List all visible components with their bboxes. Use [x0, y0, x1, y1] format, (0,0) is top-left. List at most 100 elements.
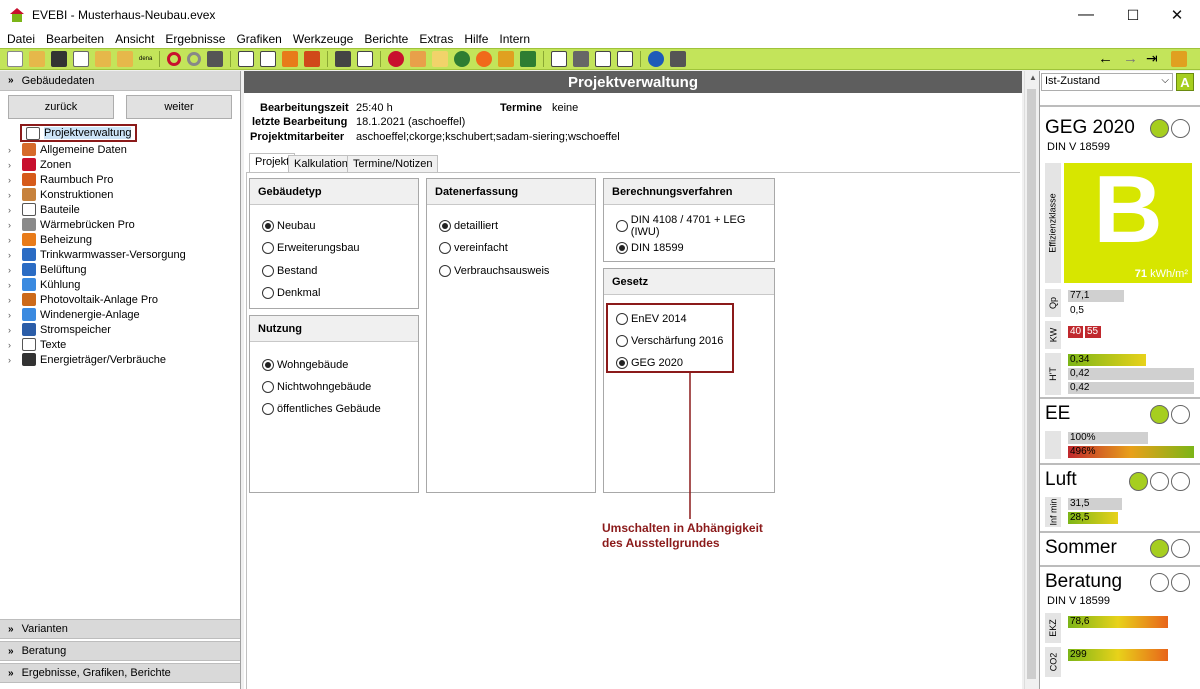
tree-item-bauteile[interactable]: › Bauteile [8, 202, 80, 217]
section-gebaeudedaten[interactable]: » Gebäudedaten [0, 71, 240, 91]
chart-icon[interactable] [617, 51, 634, 67]
expand-arrow-icon[interactable]: › [8, 205, 18, 215]
radio-bestand[interactable]: Bestand [262, 264, 317, 278]
radio-erweiterungsbau[interactable]: Erweiterungsbau [262, 241, 360, 255]
radio-nichtwohngebaeude[interactable]: Nichtwohngebäude [262, 380, 371, 394]
structure-icon[interactable] [335, 51, 352, 67]
new-file-icon[interactable] [7, 51, 23, 67]
tree-item-stromspeicher[interactable]: › Stromspeicher [8, 322, 111, 337]
menu-grafiken[interactable]: Grafiken [231, 32, 287, 46]
tree-item-beheizung[interactable]: › Beheizung [8, 232, 92, 247]
export-icon[interactable] [95, 51, 111, 67]
report-icon[interactable] [551, 51, 568, 67]
tree-item-zonen[interactable]: › Zonen [8, 157, 71, 172]
copy-icon[interactable] [73, 51, 89, 67]
expand-arrow-icon[interactable]: › [8, 220, 18, 230]
sun-icon[interactable] [476, 51, 493, 67]
close-button[interactable]: ✕ [1154, 0, 1200, 30]
tree-item-konstruktionen[interactable]: › Konstruktionen [8, 187, 113, 202]
house-icon[interactable] [520, 51, 537, 67]
radio-neubau[interactable]: Neubau [262, 219, 316, 233]
section-beratung[interactable]: » Beratung [0, 641, 240, 661]
heating-icon[interactable] [388, 51, 405, 67]
expand-arrow-icon[interactable]: › [8, 325, 18, 335]
scroll-up-icon[interactable]: ▲ [1029, 73, 1037, 82]
expand-arrow-icon[interactable]: › [8, 175, 18, 185]
radio-wohngebaeude[interactable]: Wohngebäude [262, 358, 348, 372]
menu-berichte[interactable]: Berichte [359, 32, 414, 46]
maximize-button[interactable]: ☐ [1110, 0, 1156, 30]
save-icon[interactable] [51, 51, 67, 67]
tree-item-kühlung[interactable]: › Kühlung [8, 277, 80, 292]
expand-arrow-icon[interactable]: › [8, 235, 18, 245]
forward-button[interactable]: weiter [126, 95, 232, 119]
window-icon[interactable] [432, 51, 449, 67]
list-icon[interactable] [357, 51, 374, 67]
expand-arrow-icon[interactable]: › [8, 160, 18, 170]
expand-arrow-icon[interactable]: › [8, 280, 18, 290]
ventilation-icon[interactable] [454, 51, 471, 67]
expand-arrow-icon[interactable]: › [8, 190, 18, 200]
vertical-scrollbar[interactable]: ▲ [1024, 71, 1038, 689]
menu-werkzeuge[interactable]: Werkzeuge [288, 32, 359, 46]
book-icon[interactable] [304, 51, 321, 67]
minimize-button[interactable]: — [1063, 0, 1109, 30]
radio-verbrauchsausweis[interactable]: Verbrauchsausweis [439, 264, 549, 278]
tree-item-projektverwaltung[interactable]: Projektverwaltung [20, 124, 138, 142]
radio-din-4108[interactable]: DIN 4108 / 4701 + LEG (IWU) [616, 214, 774, 238]
menu-extras[interactable]: Extras [414, 32, 459, 46]
tab-kalkulation[interactable]: Kalkulation [288, 155, 354, 173]
scrollbar-thumb[interactable] [1027, 89, 1036, 679]
expand-arrow-icon[interactable]: › [8, 145, 18, 155]
power-icon[interactable] [498, 51, 515, 67]
pen-icon[interactable] [1171, 51, 1187, 67]
tree-item-allgemeine-daten[interactable]: › Allgemeine Daten [8, 142, 127, 157]
expand-arrow-icon[interactable]: › [8, 310, 18, 320]
jump-icon[interactable]: ⇥ [1146, 50, 1158, 67]
table-icon[interactable] [260, 51, 277, 67]
radio-detailliert[interactable]: detailliert [439, 219, 498, 233]
document-icon[interactable] [238, 51, 255, 67]
state-badge[interactable]: A [1176, 73, 1194, 91]
menu-ansicht[interactable]: Ansicht [110, 32, 160, 46]
menu-ergebnisse[interactable]: Ergebnisse [160, 32, 231, 46]
section-varianten[interactable]: » Varianten [0, 619, 240, 639]
forward-arrow-icon[interactable]: → [1123, 50, 1138, 67]
expand-arrow-icon[interactable]: › [8, 265, 18, 275]
calculator-icon[interactable] [207, 51, 224, 67]
expand-arrow-icon[interactable]: › [8, 340, 18, 350]
expand-arrow-icon[interactable]: › [8, 250, 18, 260]
section-ergebnisse[interactable]: » Ergebnisse, Grafiken, Berichte [0, 663, 240, 683]
sum-icon[interactable] [282, 51, 299, 67]
radio-vereinfacht[interactable]: vereinfacht [439, 241, 508, 255]
tree-item-raumbuch-pro[interactable]: › Raumbuch Pro [8, 172, 113, 187]
help-icon[interactable] [648, 51, 665, 67]
undo-icon[interactable] [167, 52, 182, 66]
back-button[interactable]: zurück [8, 95, 114, 119]
expand-arrow-icon[interactable]: › [8, 355, 18, 365]
edit-icon[interactable] [595, 51, 612, 67]
menu-bearbeiten[interactable]: Bearbeiten [41, 32, 110, 46]
open-folder-icon[interactable] [29, 51, 45, 67]
state-select[interactable]: Ist-Zustand ⌵ [1041, 73, 1173, 91]
back-arrow-icon[interactable]: ← [1098, 50, 1113, 67]
tree-item-energieträger-verbräuche[interactable]: › Energieträger/Verbräuche [8, 352, 166, 367]
wall-icon[interactable] [410, 51, 427, 67]
radio-din-18599[interactable]: DIN 18599 [616, 241, 684, 255]
radio-oeffentliches-gebaeude[interactable]: öffentliches Gebäude [262, 402, 381, 416]
dena-icon[interactable]: dena [139, 56, 152, 62]
menu-datei[interactable]: Datei [2, 32, 41, 46]
menu-intern[interactable]: Intern [494, 32, 536, 46]
radio-denkmal[interactable]: Denkmal [262, 286, 320, 300]
tree-item-wärmebrücken-pro[interactable]: › Wärmebrücken Pro [8, 217, 135, 232]
expand-arrow-icon[interactable]: › [8, 295, 18, 305]
tree-item-windenergie-anlage[interactable]: › Windenergie-Anlage [8, 307, 140, 322]
print-icon[interactable] [573, 51, 590, 67]
tree-item-trinkwarmwasser-versorgung[interactable]: › Trinkwarmwasser-Versorgung [8, 247, 186, 262]
menu-hilfe[interactable]: Hilfe [459, 32, 494, 46]
tree-item-photovoltaik-anlage-pro[interactable]: › Photovoltaik-Anlage Pro [8, 292, 158, 307]
redo-icon[interactable] [187, 52, 202, 66]
import-icon[interactable] [117, 51, 133, 67]
calculator-small-icon[interactable] [670, 51, 687, 67]
tree-item-texte[interactable]: › Texte [8, 337, 66, 352]
